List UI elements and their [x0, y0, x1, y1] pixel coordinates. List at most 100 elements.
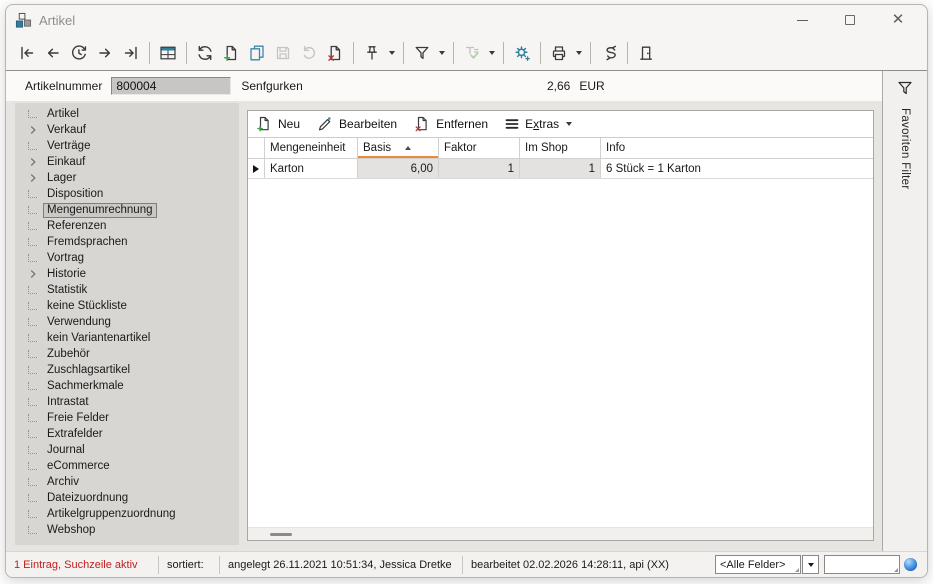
row-selector-header[interactable] [248, 138, 265, 158]
settings-add-button[interactable] [509, 39, 535, 66]
sidebar-item-vertr-ge[interactable]: Verträge [15, 138, 239, 154]
entfernen-button[interactable]: Entfernen [413, 115, 488, 133]
cell-basis[interactable]: 6,00 [358, 159, 439, 178]
extras-button[interactable]: Extras [504, 116, 572, 132]
sidebar-item-zuschlagsartikel[interactable]: Zuschlagsartikel [15, 362, 239, 378]
sidebar-item-ecommerce[interactable]: eCommerce [15, 458, 239, 474]
sidebar-item-vortrag[interactable]: Vortrag [15, 250, 239, 266]
grid-row[interactable]: Karton6,00116 Stück = 1 Karton [248, 159, 873, 179]
window-title: Artikel [39, 13, 75, 28]
artikelnummer-input[interactable]: 800004 [111, 77, 231, 95]
sidebar-item-verwendung[interactable]: Verwendung [15, 314, 239, 330]
grid-header: MengeneinheitBasisFaktorIm ShopInfo [248, 138, 873, 159]
status-modified: bearbeitet 02.02.2026 14:28:11, api (XX) [471, 559, 669, 571]
sidebar-item-sachmerkmale[interactable]: Sachmerkmale [15, 378, 239, 394]
expand-chevron-icon[interactable] [28, 173, 43, 183]
tree-connector [28, 510, 43, 518]
sidebar-item-kein-variantenartikel[interactable]: kein Variantenartikel [15, 330, 239, 346]
filter-dropdown-button[interactable] [435, 39, 448, 66]
column-header-faktor[interactable]: Faktor [439, 138, 520, 158]
new-record-button[interactable] [218, 39, 244, 66]
sidebar-item-label: eCommerce [43, 459, 114, 474]
maximize-button[interactable] [843, 13, 857, 27]
window-body: ArtikelVerkaufVerträgeEinkaufLagerDispos… [6, 101, 882, 551]
sidebar-item-label: keine Stückliste [43, 299, 131, 314]
globe-icon[interactable] [904, 558, 917, 571]
expand-chevron-icon[interactable] [28, 125, 43, 135]
column-header-basis[interactable]: Basis [358, 138, 439, 158]
save-icon [273, 43, 293, 63]
column-header-info[interactable]: Info [601, 138, 873, 158]
favorites-filter-tab[interactable]: Favoriten Filter [882, 71, 927, 551]
horizontal-scrollbar[interactable] [248, 527, 873, 540]
cell-mengeneinheit[interactable]: Karton [265, 159, 358, 178]
sidebar-item-keine-st-ckliste[interactable]: keine Stückliste [15, 298, 239, 314]
field-filter-dropdown-button[interactable] [802, 555, 819, 574]
tree-connector [28, 334, 43, 342]
article-name: Senfgurken [241, 79, 302, 93]
sidebar-item-artikel[interactable]: Artikel [15, 106, 239, 122]
table-view-button[interactable] [155, 39, 181, 66]
history-button[interactable] [66, 39, 92, 66]
sidebar-item-zubeh-r[interactable]: Zubehör [15, 346, 239, 362]
sidebar-item-disposition[interactable]: Disposition [15, 186, 239, 202]
template-filter-dropdown-button[interactable] [485, 39, 498, 66]
tree-connector [28, 526, 43, 534]
last-record-button[interactable] [118, 39, 144, 66]
field-filter-combobox[interactable]: <Alle Felder> [715, 555, 801, 574]
sidebar-item-statistik[interactable]: Statistik [15, 282, 239, 298]
sidebar-item-lager[interactable]: Lager [15, 170, 239, 186]
neu-button[interactable]: Neu [255, 115, 300, 133]
delete-record-button[interactable] [322, 39, 348, 66]
sidebar-item-fremdsprachen[interactable]: Fremdsprachen [15, 234, 239, 250]
pin-dropdown-button[interactable] [385, 39, 398, 66]
print-button[interactable] [546, 39, 572, 66]
data-exchange-button[interactable] [596, 39, 622, 66]
cell-im-shop[interactable]: 1 [520, 159, 601, 178]
sidebar-item-artikelgruppenzuordnung[interactable]: Artikelgruppenzuordnung [15, 506, 239, 522]
pin-button[interactable] [359, 39, 385, 66]
first-record-button[interactable] [14, 39, 40, 66]
sidebar-item-referenzen[interactable]: Referenzen [15, 218, 239, 234]
cell-info[interactable]: 6 Stück = 1 Karton [601, 159, 873, 178]
sidebar-item-freie-felder[interactable]: Freie Felder [15, 410, 239, 426]
minimize-button[interactable] [795, 13, 809, 27]
scrollbar-thumb[interactable] [270, 533, 292, 536]
sidebar-item-historie[interactable]: Historie [15, 266, 239, 282]
previous-record-button[interactable] [40, 39, 66, 66]
column-header-mengeneinheit[interactable]: Mengeneinheit [265, 138, 358, 158]
sidebar-item-intrastat[interactable]: Intrastat [15, 394, 239, 410]
toolbar-separator [503, 42, 504, 64]
row-marker-cell[interactable] [248, 159, 265, 178]
refresh-button[interactable] [192, 39, 218, 66]
column-header-im-shop[interactable]: Im Shop [520, 138, 601, 158]
save-button[interactable] [270, 39, 296, 66]
toolbar-separator [453, 42, 454, 64]
sidebar-item-dateizuordnung[interactable]: Dateizuordnung [15, 490, 239, 506]
expand-chevron-icon[interactable] [28, 157, 43, 167]
tree-connector [28, 222, 43, 230]
sidebar-item-einkauf[interactable]: Einkauf [15, 154, 239, 170]
sidebar-item-label: Zuschlagsartikel [43, 363, 134, 378]
template-filter-button[interactable] [459, 39, 485, 66]
print-dropdown-button[interactable] [572, 39, 585, 66]
tree-connector [28, 478, 43, 486]
sidebar-item-archiv[interactable]: Archiv [15, 474, 239, 490]
expand-chevron-icon[interactable] [28, 269, 43, 279]
copy-record-icon [247, 43, 267, 63]
sidebar-item-mengenumrechnung[interactable]: Mengenumrechnung [15, 202, 239, 218]
next-record-button[interactable] [92, 39, 118, 66]
quick-search-input[interactable] [824, 555, 900, 574]
sidebar-item-webshop[interactable]: Webshop [15, 522, 239, 538]
filter-button[interactable] [409, 39, 435, 66]
exit-button[interactable] [633, 39, 659, 66]
undo-button[interactable] [296, 39, 322, 66]
sidebar-item-verkauf[interactable]: Verkauf [15, 122, 239, 138]
sidebar-item-label: kein Variantenartikel [43, 331, 154, 346]
bearbeiten-button[interactable]: Bearbeiten [316, 115, 397, 133]
close-button[interactable]: ✕ [891, 13, 905, 27]
cell-faktor[interactable]: 1 [439, 159, 520, 178]
sidebar-item-journal[interactable]: Journal [15, 442, 239, 458]
sidebar-item-extrafelder[interactable]: Extrafelder [15, 426, 239, 442]
copy-record-button[interactable] [244, 39, 270, 66]
